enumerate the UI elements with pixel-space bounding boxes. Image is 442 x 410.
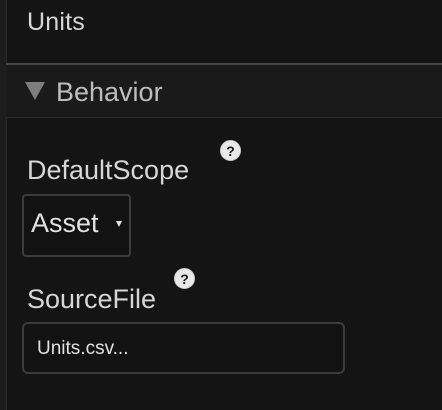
section-label: Behavior [56,77,163,107]
default-scope-label: DefaultScope [27,155,190,185]
panel-title: Units [27,8,85,36]
source-file-input[interactable]: Units.csv... [22,322,345,374]
panel-left-edge [0,0,7,410]
source-file-help-icon[interactable]: ? [174,268,195,289]
source-file-label: SourceFile [27,284,157,314]
source-file-value: Units.csv... [37,338,129,359]
default-scope-value: Asset [31,208,99,238]
default-scope-help-icon[interactable]: ? [220,140,241,161]
triangle-down-icon [25,82,45,100]
inspector-panel: Units Behavior DefaultScope ? Asset Sour… [0,0,442,410]
behavior-section-header[interactable]: Behavior [6,63,442,118]
dropdown-arrow-icon [116,221,122,227]
default-scope-dropdown[interactable]: Asset [22,194,131,257]
